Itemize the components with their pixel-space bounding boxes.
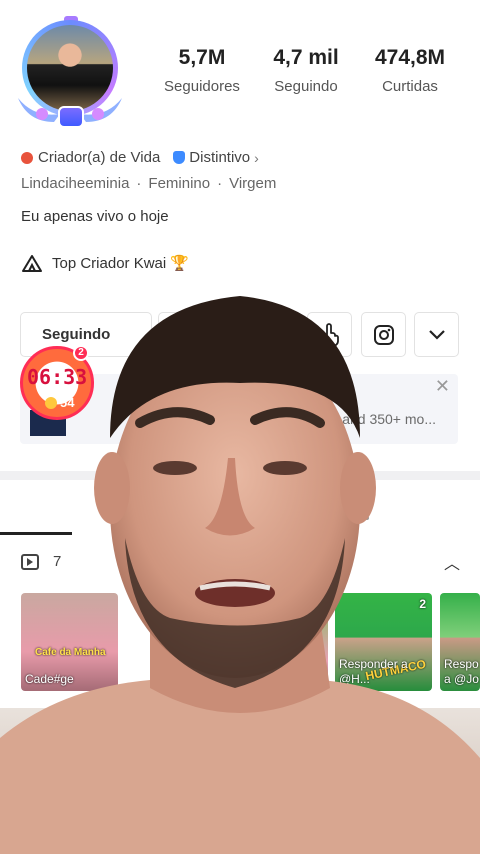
chevron-down-icon bbox=[428, 329, 445, 340]
badge-link[interactable]: Distintivo bbox=[189, 149, 250, 166]
profile-bio: Eu apenas vivo o hoje bbox=[21, 208, 169, 225]
video-caption: Respo a @Jo bbox=[444, 657, 479, 686]
reward-timer-widget[interactable]: 2 06:33 54 bbox=[20, 345, 94, 420]
video-part-count: 2 bbox=[419, 597, 426, 611]
stat-value: 474,8M bbox=[374, 46, 446, 69]
stat-label: Seguindo bbox=[274, 78, 338, 95]
trophy-icon: 🏆 bbox=[170, 255, 189, 272]
video-part-count: 2 bbox=[315, 597, 322, 611]
chat-button[interactable]: papo bbox=[158, 312, 299, 357]
stat-label: Seguidores bbox=[164, 78, 240, 95]
instagram-icon bbox=[373, 324, 394, 345]
banner-text: XRP, and 350+ mo... bbox=[307, 411, 436, 427]
instagram-button[interactable] bbox=[361, 312, 406, 357]
close-icon[interactable]: ✕ bbox=[435, 376, 450, 397]
meta-separator: · bbox=[136, 175, 142, 192]
stat-following[interactable]: 4,7 mil Seguindo bbox=[254, 46, 358, 95]
playlist-icon bbox=[21, 553, 39, 570]
hand-pointer-icon bbox=[320, 322, 339, 347]
top-creator-rank[interactable]: Top Criador Kwai 🏆 bbox=[21, 253, 189, 273]
profile-tags: Criador(a) de Vida Distintivo › bbox=[21, 149, 259, 166]
video-thumbnail[interactable]: 2 HUTMACO Responder a @H... bbox=[335, 593, 432, 691]
profile-stats: 5,7M Seguidores 4,7 mil Seguindo 474,8M … bbox=[150, 46, 462, 95]
cart-icon[interactable] bbox=[346, 495, 374, 523]
shield-badge-icon bbox=[173, 151, 186, 164]
chevron-up-icon[interactable]: ︿ bbox=[444, 550, 460, 574]
stat-likes[interactable]: 474,8M Curtidas bbox=[358, 46, 462, 95]
creator-category-icon bbox=[21, 151, 33, 164]
tent-icon bbox=[22, 255, 42, 272]
video-thumbnail[interactable]: 2 der a Jo M... bbox=[262, 593, 328, 691]
collection-header[interactable]: 7 bbox=[21, 553, 61, 570]
video-caption: der a Jo M... bbox=[266, 657, 303, 686]
chat-label: papo bbox=[236, 326, 272, 343]
chevron-right-icon: › bbox=[254, 149, 259, 166]
coin-icon bbox=[45, 396, 57, 409]
coin-balance: 54 bbox=[45, 395, 74, 410]
stat-value: 5,7M bbox=[178, 46, 226, 69]
profile-avatar[interactable] bbox=[14, 16, 126, 134]
gesture-button[interactable] bbox=[307, 312, 352, 357]
video-thumbnail[interactable]: Respo a @Jo bbox=[440, 593, 480, 691]
stat-label: Curtidas bbox=[382, 78, 438, 95]
collection-count: 7 bbox=[53, 553, 62, 570]
meta-gender: Feminino bbox=[148, 175, 211, 192]
creator-category[interactable]: Criador(a) de Vida bbox=[38, 149, 160, 166]
live-badge-icon bbox=[58, 106, 84, 128]
rank-label: Top Criador Kwai bbox=[52, 254, 167, 272]
meta-separator: · bbox=[217, 175, 223, 192]
coin-count: 54 bbox=[60, 395, 75, 410]
following-label: Seguindo bbox=[42, 326, 111, 343]
video-caption: Cade#ge bbox=[25, 672, 74, 686]
profile-meta: Lindaciheeminia · Feminino · Virgem bbox=[21, 175, 276, 192]
timer-countdown: 06:33 bbox=[27, 365, 88, 389]
more-options-button[interactable] bbox=[414, 312, 459, 357]
stat-value: 4,7 mil bbox=[273, 46, 339, 69]
meta-username: Lindaciheeminia bbox=[21, 175, 130, 192]
section-divider bbox=[0, 471, 480, 480]
tab-videos-indicator bbox=[0, 532, 72, 535]
meta-zodiac: Virgem bbox=[229, 175, 277, 192]
video-thumbnail[interactable]: Cafe da Manha Cade#ge bbox=[21, 593, 118, 691]
timer-badge: 2 bbox=[73, 345, 89, 361]
stat-followers[interactable]: 5,7M Seguidores bbox=[150, 46, 254, 95]
thumbnail-overlay-text: Cafe da Manha bbox=[35, 647, 106, 658]
video-caption: Responder a @H... bbox=[339, 657, 408, 686]
